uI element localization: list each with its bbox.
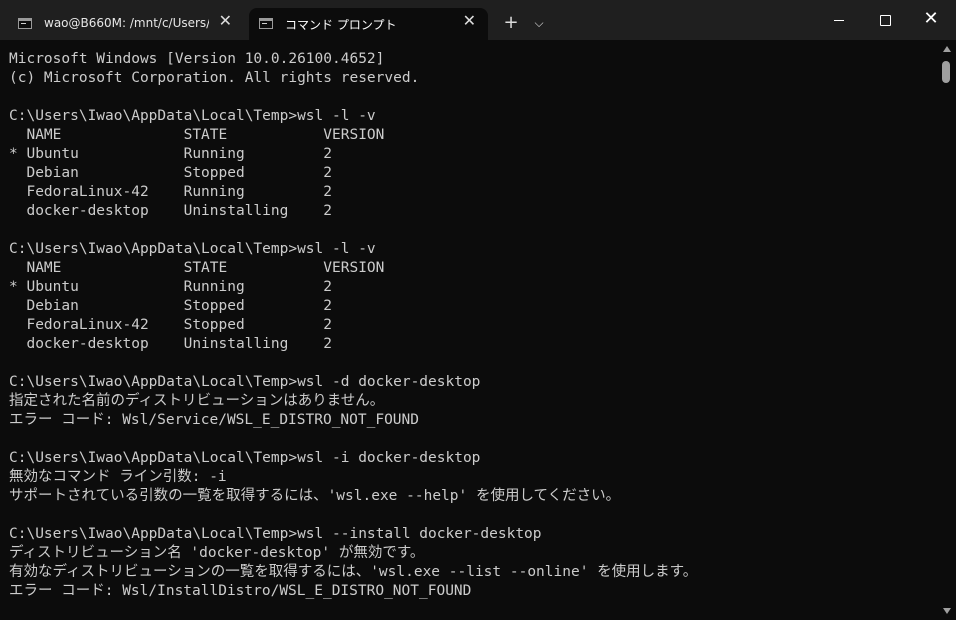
terminal-line: C:\Users\Iwao\AppData\Local\Temp>wsl --i… (9, 526, 542, 542)
terminal-line: 指定された名前のディストリビューションはありません。 (9, 393, 385, 409)
terminal-line: * Ubuntu Running 2 (9, 146, 333, 162)
terminal-line: docker-desktop Uninstalling 2 (9, 203, 333, 219)
scroll-up-arrow-icon[interactable] (943, 46, 951, 52)
terminal-line: 有効なディストリビューションの一覧を取得するには、'wsl.exe --list… (9, 564, 698, 580)
terminal-line: C:\Users\Iwao\AppData\Local\Temp>wsl -l … (9, 108, 376, 124)
terminal-icon (259, 18, 273, 29)
tab-wsl[interactable]: wao@B660M: /mnt/c/Users/Iwao/ ✕ (8, 8, 244, 41)
terminal-line: 無効なコマンド ライン引数: -i (9, 469, 227, 485)
minimize-button[interactable] (816, 0, 862, 40)
scrollbar-thumb[interactable] (942, 61, 950, 83)
terminal-line: エラー コード: Wsl/InstallDistro/WSL_E_DISTRO_… (9, 583, 472, 599)
terminal-line: (c) Microsoft Corporation. All rights re… (9, 70, 420, 86)
terminal-line: C:\Users\Iwao\AppData\Local\Temp>wsl -i … (9, 450, 481, 466)
terminal-line: Microsoft Windows [Version 10.0.26100.46… (9, 51, 385, 67)
terminal-line: FedoraLinux-42 Stopped 2 (9, 317, 333, 333)
vertical-scrollbar[interactable] (938, 40, 956, 620)
new-tab-button[interactable]: + (500, 12, 522, 34)
terminal-line: docker-desktop Uninstalling 2 (9, 336, 333, 352)
terminal-line: Debian Stopped 2 (9, 165, 333, 181)
tab-title: wao@B660M: /mnt/c/Users/Iwao/ (44, 16, 209, 30)
terminal-line: エラー コード: Wsl/Service/WSL_E_DISTRO_NOT_FO… (9, 412, 419, 428)
terminal-line: ディストリビューション名 'docker-desktop' が無効です。 (9, 545, 425, 561)
maximize-button[interactable] (862, 0, 908, 40)
close-window-button[interactable]: ✕ (908, 0, 954, 40)
terminal-output[interactable]: Microsoft Windows [Version 10.0.26100.46… (0, 40, 938, 620)
tab-close-icon[interactable]: ✕ (219, 13, 232, 29)
terminal-line: C:\Users\Iwao\AppData\Local\Temp>wsl -l … (9, 241, 376, 257)
terminal-line: NAME STATE VERSION (9, 127, 385, 143)
tab-title: コマンド プロンプト (285, 18, 397, 32)
terminal-line: * Ubuntu Running 2 (9, 279, 333, 295)
terminal-line: Debian Stopped 2 (9, 298, 333, 314)
close-icon: ✕ (923, 8, 939, 29)
terminal-lines: Microsoft Windows [Version 10.0.26100.46… (9, 50, 697, 601)
title-bar: wao@B660M: /mnt/c/Users/Iwao/ ✕ コマンド プロン… (0, 0, 956, 41)
terminal-icon (18, 18, 32, 29)
chevron-down-icon[interactable]: ⌵ (528, 12, 550, 34)
terminal-line: NAME STATE VERSION (9, 260, 385, 276)
terminal-line: FedoraLinux-42 Running 2 (9, 184, 333, 200)
terminal-window: wao@B660M: /mnt/c/Users/Iwao/ ✕ コマンド プロン… (0, 0, 956, 620)
scroll-down-arrow-icon[interactable] (943, 608, 951, 614)
tab-command-prompt[interactable]: コマンド プロンプト ✕ (249, 8, 488, 41)
terminal-line: C:\Users\Iwao\AppData\Local\Temp>wsl -d … (9, 374, 481, 390)
terminal-line: サポートされている引数の一覧を取得するには、'wsl.exe --help' を… (9, 488, 621, 504)
tab-close-icon[interactable]: ✕ (463, 13, 476, 29)
